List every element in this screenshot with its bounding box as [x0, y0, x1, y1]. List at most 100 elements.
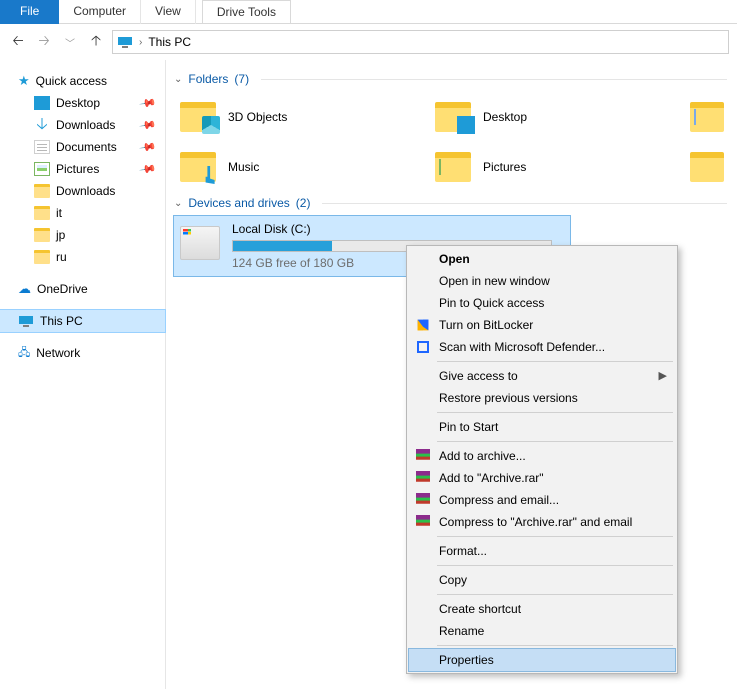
folder-icon [180, 102, 216, 132]
collapse-icon: ⌄ [174, 74, 182, 85]
folder-label: Desktop [483, 110, 527, 124]
nav-toolbar: 🡠 🡢 ﹀ 🡡 › This PC [0, 24, 737, 60]
ctx-open-new-window[interactable]: Open in new window [409, 270, 675, 292]
drive-label: Local Disk (C:) [232, 222, 564, 236]
folder-label: Music [228, 160, 259, 174]
sidebar-qa-downloads[interactable]: 🡣 Downloads 📌 [0, 114, 165, 136]
rar-icon [415, 514, 431, 530]
section-count: (7) [234, 72, 249, 86]
ctx-pin-to-start[interactable]: Pin to Start [409, 416, 675, 438]
tab-file[interactable]: File [0, 0, 59, 24]
ribbon: File Computer View Drive Tools [0, 0, 737, 24]
folder-icon [690, 152, 724, 182]
folder-documents-partial[interactable] [684, 92, 724, 142]
sidebar-label: Downloads [56, 184, 115, 198]
ctx-create-shortcut[interactable]: Create shortcut [409, 598, 675, 620]
ctx-defender-scan[interactable]: Scan with Microsoft Defender... [409, 336, 675, 358]
forward-button[interactable]: 🡢 [34, 32, 54, 52]
ctx-compress-email[interactable]: Compress and email... [409, 489, 675, 511]
ctx-add-to-archive[interactable]: Add to archive... [409, 445, 675, 467]
this-pc-icon [117, 36, 133, 48]
up-button[interactable]: 🡡 [86, 32, 106, 52]
folder-icon [34, 206, 50, 220]
star-icon: ★ [18, 73, 30, 89]
ctx-copy[interactable]: Copy [409, 569, 675, 591]
sidebar-label: Quick access [36, 74, 107, 88]
sidebar-qa-documents[interactable]: Documents 📌 [0, 136, 165, 158]
tab-computer[interactable]: Computer [59, 0, 141, 24]
context-menu: Open Open in new window Pin to Quick acc… [406, 245, 678, 674]
sidebar-qa-pictures[interactable]: Pictures 📌 [0, 158, 165, 180]
sidebar-label: it [56, 206, 62, 220]
ctx-add-to-archive-rar[interactable]: Add to "Archive.rar" [409, 467, 675, 489]
sidebar-label: Desktop [56, 96, 100, 110]
rar-icon [415, 448, 431, 464]
folder-label: 3D Objects [228, 110, 287, 124]
pin-icon: 📌 [139, 160, 158, 179]
folder-music[interactable]: Music [174, 142, 429, 192]
sidebar-network[interactable]: 🖧 Network [0, 342, 165, 364]
sidebar-qa-ru[interactable]: ru [0, 246, 165, 268]
folder-3d-objects[interactable]: 3D Objects [174, 92, 429, 142]
ctx-rename[interactable]: Rename [409, 620, 675, 642]
defender-icon [415, 339, 431, 355]
address-bar[interactable]: › This PC [112, 30, 729, 54]
recent-locations-button[interactable]: ﹀ [60, 32, 80, 52]
sidebar-onedrive[interactable]: ☁ OneDrive [0, 278, 165, 300]
sidebar-label: OneDrive [37, 282, 88, 296]
section-title: Folders [188, 72, 228, 86]
shield-icon [415, 317, 431, 333]
pin-icon: 📌 [139, 138, 158, 157]
folder-icon [435, 152, 471, 182]
network-icon: 🖧 [18, 344, 30, 363]
pin-icon: 📌 [139, 116, 158, 135]
section-folders[interactable]: ⌄ Folders (7) [174, 68, 737, 92]
documents-icon [34, 140, 50, 154]
sidebar-label: ru [56, 250, 67, 264]
sidebar-qa-it[interactable]: it [0, 202, 165, 224]
sidebar-qa-jp[interactable]: jp [0, 224, 165, 246]
ctx-compress-to-email[interactable]: Compress to "Archive.rar" and email [409, 511, 675, 533]
rar-icon [415, 470, 431, 486]
ctx-pin-quick-access[interactable]: Pin to Quick access [409, 292, 675, 314]
ctx-restore-previous[interactable]: Restore previous versions [409, 387, 675, 409]
folder-icon [34, 250, 50, 264]
back-button[interactable]: 🡠 [8, 32, 28, 52]
section-title: Devices and drives [188, 196, 289, 210]
folder-desktop[interactable]: Desktop [429, 92, 684, 142]
ctx-format[interactable]: Format... [409, 540, 675, 562]
section-devices[interactable]: ⌄ Devices and drives (2) [174, 192, 737, 216]
ctx-bitlocker[interactable]: Turn on BitLocker [409, 314, 675, 336]
chevron-right-icon: › [139, 37, 142, 48]
ctx-give-access-to[interactable]: Give access to ▶ [409, 365, 675, 387]
folder-icon [34, 184, 50, 198]
ctx-properties[interactable]: Properties [409, 649, 675, 671]
folder-icon [180, 152, 216, 182]
sidebar-label: jp [56, 228, 65, 242]
folder-pictures[interactable]: Pictures [429, 142, 684, 192]
rar-icon [415, 492, 431, 508]
folder-label: Pictures [483, 160, 526, 174]
section-count: (2) [296, 196, 311, 210]
sidebar-qa-downloads2[interactable]: Downloads [0, 180, 165, 202]
tab-view[interactable]: View [141, 0, 196, 24]
sidebar-this-pc[interactable]: This PC [0, 310, 165, 332]
folder-videos-partial[interactable] [684, 142, 724, 192]
ctx-open[interactable]: Open [409, 248, 675, 270]
sidebar-label: This PC [40, 314, 83, 328]
sidebar-label: Pictures [56, 162, 99, 176]
folders-grid: 3D Objects Desktop Music Pictures [174, 92, 737, 192]
desktop-icon [34, 96, 50, 110]
sidebar-qa-desktop[interactable]: Desktop 📌 [0, 92, 165, 114]
pin-icon: 📌 [139, 94, 158, 113]
downloads-icon: 🡣 [34, 118, 50, 132]
tab-drive-tools[interactable]: Drive Tools [202, 0, 291, 24]
this-pc-icon [18, 315, 34, 327]
folder-icon [690, 102, 724, 132]
sidebar-label: Downloads [56, 118, 115, 132]
pictures-icon [34, 162, 50, 176]
sidebar-quick-access[interactable]: ★ Quick access [0, 70, 165, 92]
folder-icon [34, 228, 50, 242]
folder-icon [435, 102, 471, 132]
drive-icon [180, 226, 220, 260]
